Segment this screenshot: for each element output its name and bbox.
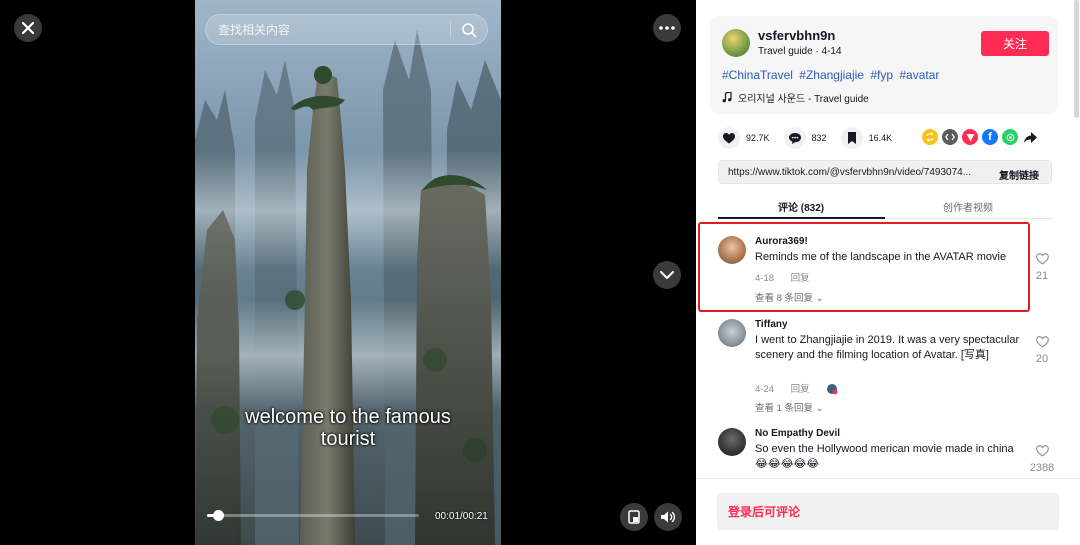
- copy-link-button[interactable]: 复制链接: [999, 167, 1039, 182]
- commenter-name[interactable]: Aurora369!: [755, 236, 808, 247]
- commenter-avatar[interactable]: [718, 319, 746, 347]
- video-info-panel: vsfervbhn9n Travel guide · 4-14 关注 #Chin…: [696, 0, 1080, 545]
- follow-button[interactable]: 关注: [981, 31, 1049, 56]
- author-avatar[interactable]: [722, 29, 750, 57]
- video-frame[interactable]: welcome to the famous tourist 00:01/00:2…: [195, 0, 501, 545]
- comment-like-count: 21: [1035, 270, 1049, 282]
- comment-count: 832: [811, 133, 827, 143]
- video-url[interactable]: https://www.tiktok.com/@vsfervbhn9n/vide…: [728, 167, 974, 178]
- more-dots-icon: [659, 26, 675, 30]
- volume-button[interactable]: [654, 503, 682, 531]
- comment-meta: 4-18 回复: [755, 270, 824, 284]
- like-count: 92.7K: [746, 133, 770, 143]
- comment-like-count: 20: [1035, 353, 1049, 365]
- author-card: vsfervbhn9n Travel guide · 4-14 关注 #Chin…: [710, 16, 1058, 114]
- comment-text: I went to Zhangjiajie in 2019. It was a …: [755, 334, 1020, 361]
- commenter-avatar[interactable]: [718, 236, 746, 264]
- reply-button[interactable]: 回复: [791, 384, 810, 395]
- search-input[interactable]: [218, 22, 448, 37]
- comment-item: No Empathy Devil So even the Hollywood m…: [718, 428, 1058, 478]
- comment-like-button[interactable]: 21: [1031, 252, 1053, 282]
- close-button[interactable]: [14, 14, 42, 42]
- video-search-bar[interactable]: [205, 14, 488, 45]
- panel-scrollbar[interactable]: [1074, 0, 1079, 118]
- video-time: 00:01/00:21: [435, 511, 488, 522]
- login-to-comment-button[interactable]: 登录后可评论: [717, 493, 1059, 530]
- heart-outline-icon: [1035, 253, 1049, 265]
- hashtag-link[interactable]: #Zhangjiajie: [799, 68, 864, 82]
- emoji-reaction-icon: [827, 384, 838, 395]
- comment-like-button[interactable]: 2388: [1023, 444, 1061, 474]
- panel-tabs: 评论 (832) 创作者视频: [718, 197, 1052, 219]
- active-tab-indicator: [718, 217, 885, 219]
- reply-button[interactable]: 回复: [791, 273, 810, 284]
- commenter-avatar[interactable]: [718, 428, 746, 456]
- author-name[interactable]: vsfervbhn9n: [758, 28, 835, 43]
- tab-creator-videos[interactable]: 创作者视频: [943, 199, 993, 214]
- video-progress-bar[interactable]: [207, 510, 419, 521]
- music-note-icon: [722, 92, 732, 103]
- progress-handle[interactable]: [212, 510, 224, 521]
- sound-info[interactable]: 오리지널 사운드 - Travel guide: [722, 90, 869, 105]
- view-replies-button[interactable]: 查看 8 条回复 ⌄: [755, 290, 824, 304]
- hashtag-list: #ChinaTravel #Zhangjiajie #fyp #avatar: [722, 68, 942, 82]
- caption-line-2: tourist: [320, 428, 376, 450]
- search-divider: [450, 22, 451, 38]
- facebook-icon[interactable]: f: [982, 129, 998, 145]
- picture-in-picture-button[interactable]: [620, 503, 648, 531]
- comment-list: Aurora369! Reminds me of the landscape i…: [696, 222, 1066, 478]
- comment-text: Reminds me of the landscape in the AVATA…: [755, 251, 1007, 263]
- embed-icon[interactable]: [942, 129, 958, 145]
- sound-name: 오리지널 사운드 - Travel guide: [738, 94, 869, 105]
- video-link-box: https://www.tiktok.com/@vsfervbhn9n/vide…: [718, 160, 1052, 184]
- comment-meta: 4-24 回复: [755, 381, 838, 395]
- close-icon: [21, 21, 35, 35]
- commenter-name[interactable]: Tiffany: [755, 319, 788, 330]
- comment-item: Aurora369! Reminds me of the landscape i…: [718, 236, 1058, 316]
- comment-footer-divider: [696, 478, 1080, 479]
- share-arrow-icon[interactable]: [1022, 129, 1038, 145]
- video-area: welcome to the famous tourist 00:01/00:2…: [0, 0, 696, 545]
- save-count: 16.4K: [868, 133, 893, 143]
- comment-text: So even the Hollywood merican movie made…: [755, 443, 1014, 470]
- comment-button[interactable]: 832: [783, 127, 827, 149]
- repost-icon[interactable]: [922, 129, 938, 145]
- tiktok-video-page: welcome to the famous tourist 00:01/00:2…: [0, 0, 1080, 545]
- comment-date: 4-18: [755, 273, 775, 284]
- like-button[interactable]: 92.7K: [718, 127, 770, 149]
- whatsapp-icon[interactable]: [1002, 129, 1018, 145]
- author-subtitle: Travel guide · 4-14: [758, 46, 842, 57]
- caption-line-1: welcome to the famous: [245, 406, 451, 428]
- hashtag-link[interactable]: #avatar: [899, 68, 939, 82]
- view-replies-button[interactable]: 查看 1 条回复 ⌄: [755, 400, 824, 414]
- comment-like-button[interactable]: 20: [1031, 335, 1053, 365]
- pip-icon: [628, 510, 640, 524]
- hashtag-link[interactable]: #fyp: [870, 68, 893, 82]
- chevron-down-icon: [660, 270, 674, 279]
- heart-outline-icon: [1035, 336, 1049, 348]
- save-button[interactable]: 16.4K: [840, 127, 893, 149]
- hashtag-link[interactable]: #ChinaTravel: [722, 68, 793, 82]
- mountain-scenery-image: [195, 30, 501, 545]
- more-options-button[interactable]: [653, 14, 681, 42]
- comment-icon: [788, 132, 801, 144]
- video-caption: welcome to the famous tourist: [195, 406, 501, 450]
- login-prompt-text: 登录后可评论: [728, 505, 801, 519]
- comment-item: Tiffany I went to Zhangjiajie in 2019. I…: [718, 319, 1058, 419]
- bookmark-icon: [847, 132, 856, 144]
- volume-icon: [661, 511, 676, 523]
- share-icons: f: [922, 129, 1038, 145]
- send-icon[interactable]: [962, 129, 978, 145]
- heart-outline-icon: [1035, 445, 1049, 457]
- comment-like-count: 2388: [1029, 462, 1055, 474]
- search-icon[interactable]: [461, 22, 477, 38]
- engagement-stats: 92.7K 832 16.4K: [718, 127, 906, 149]
- tab-comments[interactable]: 评论 (832): [778, 199, 824, 214]
- heart-icon: [723, 132, 735, 143]
- comment-date: 4-24: [755, 384, 775, 395]
- commenter-name[interactable]: No Empathy Devil: [755, 428, 840, 439]
- next-video-button[interactable]: [653, 261, 681, 289]
